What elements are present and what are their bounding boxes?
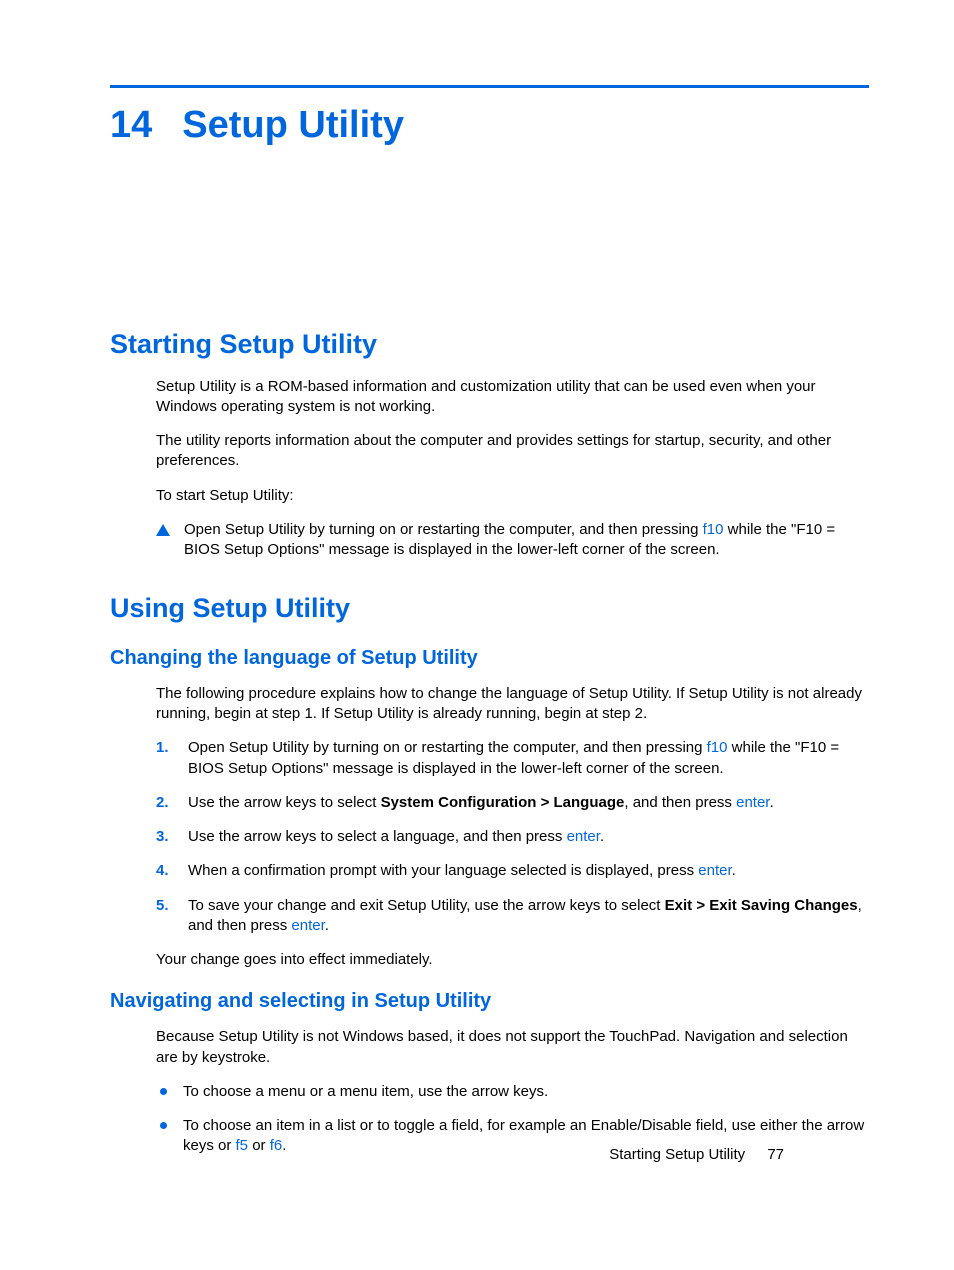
step-number: 2. [156, 793, 174, 813]
chapter-heading: 14 Setup Utility [110, 100, 869, 151]
subsection-heading-language: Changing the language of Setup Utility [110, 645, 869, 672]
chapter-title: Setup Utility [182, 100, 404, 151]
step-number: 5. [156, 896, 174, 916]
footer-section-title: Starting Setup Utility [609, 1146, 745, 1163]
step-number: 1. [156, 738, 174, 758]
text: . [732, 862, 736, 879]
chapter-number: 14 [110, 100, 152, 151]
text: Open Setup Utility by turning on or rest… [184, 521, 703, 538]
procedure-step: Open Setup Utility by turning on or rest… [156, 520, 869, 561]
key-enter: enter [291, 917, 324, 934]
subsection-heading-navigating: Navigating and selecting in Setup Utilit… [110, 988, 869, 1015]
step-text: Use the arrow keys to select a language,… [188, 827, 604, 847]
paragraph: Because Setup Utility is not Windows bas… [156, 1027, 869, 1068]
bullet-icon [160, 1088, 167, 1095]
paragraph: Setup Utility is a ROM-based information… [156, 377, 869, 418]
text: . [325, 917, 329, 934]
text: Open Setup Utility by turning on or rest… [188, 739, 707, 756]
key-f6: f6 [270, 1137, 283, 1154]
bullet-icon [160, 1122, 167, 1129]
text: Use the arrow keys to select a language,… [188, 828, 567, 845]
list-item: To choose a menu or a menu item, use the… [160, 1082, 869, 1102]
paragraph: To start Setup Utility: [156, 486, 869, 506]
section-heading-using: Using Setup Utility [110, 590, 869, 626]
key-f5: f5 [236, 1137, 249, 1154]
list-item: 1. Open Setup Utility by turning on or r… [156, 738, 869, 779]
page-number: 77 [767, 1146, 784, 1163]
bullet-text: To choose a menu or a menu item, use the… [183, 1082, 548, 1102]
step-text: Open Setup Utility by turning on or rest… [184, 520, 869, 561]
top-rule [110, 85, 869, 88]
text: Use the arrow keys to select [188, 794, 381, 811]
triangle-bullet-icon [156, 524, 170, 536]
list-item: 5. To save your change and exit Setup Ut… [156, 896, 869, 937]
text: . [769, 794, 773, 811]
key-f10: f10 [703, 521, 724, 538]
key-enter: enter [736, 794, 769, 811]
text: . [600, 828, 604, 845]
section-heading-starting: Starting Setup Utility [110, 326, 869, 362]
paragraph: The utility reports information about th… [156, 431, 869, 472]
step-text: Use the arrow keys to select System Conf… [188, 793, 774, 813]
paragraph: Your change goes into effect immediately… [156, 950, 869, 970]
list-item: 2. Use the arrow keys to select System C… [156, 793, 869, 813]
text: . [282, 1137, 286, 1154]
step-number: 3. [156, 827, 174, 847]
text: To save your change and exit Setup Utili… [188, 897, 665, 914]
step-text: Open Setup Utility by turning on or rest… [188, 738, 869, 779]
text: When a confirmation prompt with your lan… [188, 862, 698, 879]
key-enter: enter [567, 828, 600, 845]
step-number: 4. [156, 861, 174, 881]
list-item: 4. When a confirmation prompt with your … [156, 861, 869, 881]
key-enter: enter [698, 862, 731, 879]
key-f10: f10 [707, 739, 728, 756]
menu-path: System Configuration > Language [381, 794, 625, 811]
step-text: When a confirmation prompt with your lan… [188, 861, 736, 881]
menu-path: Exit > Exit Saving Changes [665, 897, 858, 914]
page-footer: Starting Setup Utility 77 [609, 1145, 784, 1165]
paragraph: The following procedure explains how to … [156, 684, 869, 725]
text: or [248, 1137, 270, 1154]
list-item: 3. Use the arrow keys to select a langua… [156, 827, 869, 847]
step-text: To save your change and exit Setup Utili… [188, 896, 869, 937]
text: , and then press [624, 794, 736, 811]
